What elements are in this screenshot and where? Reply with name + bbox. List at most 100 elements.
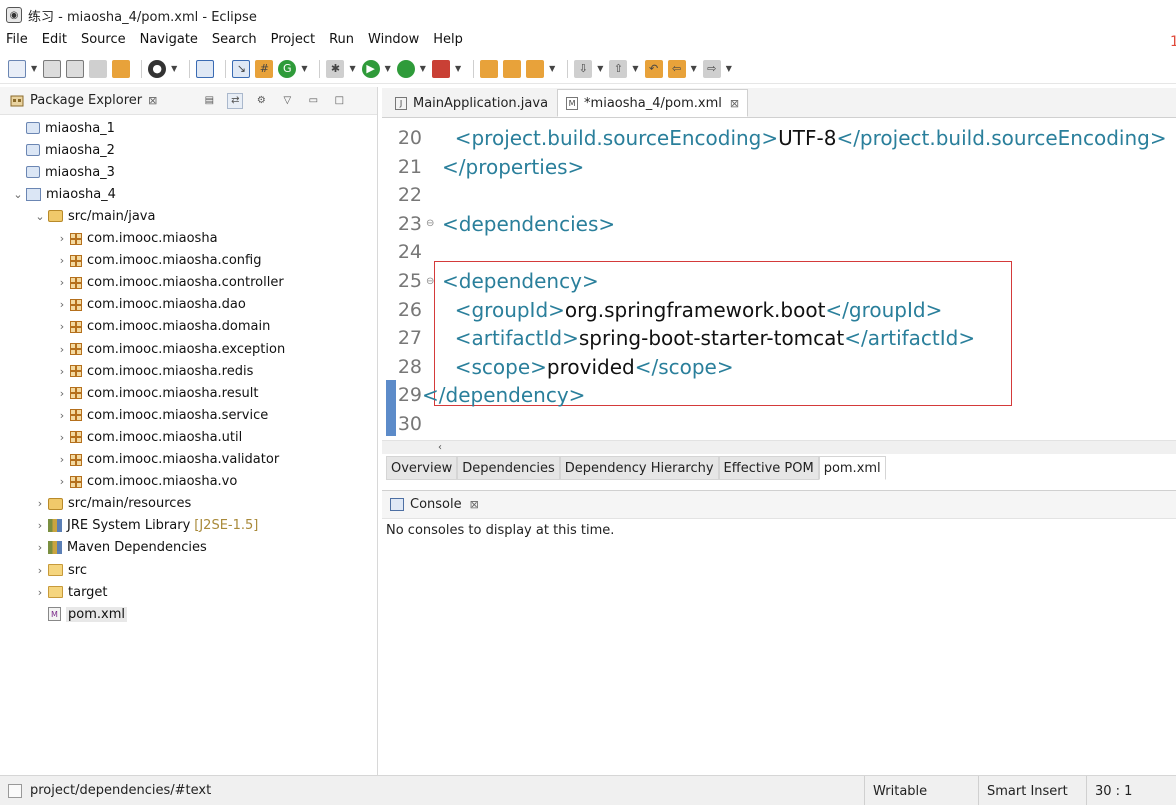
- next-annotation-icon[interactable]: ⇩: [574, 59, 593, 78]
- scroll-left-icon[interactable]: ‹: [438, 442, 442, 453]
- tree-item[interactable]: › com.imooc.miaosha.vo: [54, 471, 238, 493]
- tree-item[interactable]: › target: [32, 581, 108, 603]
- tab-dependencies[interactable]: Dependencies: [457, 456, 560, 480]
- tree-item[interactable]: Mpom.xml: [32, 603, 127, 625]
- new-icon[interactable]: [8, 59, 26, 78]
- forward-icon[interactable]: ⇨: [702, 59, 721, 78]
- tab-dependency-hierarchy[interactable]: Dependency Hierarchy: [559, 456, 719, 480]
- run-icon[interactable]: ▶: [361, 59, 380, 78]
- save-all-icon[interactable]: [66, 59, 85, 78]
- back-icon[interactable]: ⇦: [667, 59, 686, 78]
- tree-item[interactable]: miaosha_1: [10, 117, 115, 139]
- tree-item[interactable]: › src: [32, 559, 87, 581]
- console-view-icon[interactable]: [196, 59, 215, 78]
- new-dropdown-icon[interactable]: ▼: [31, 64, 37, 73]
- tree-item[interactable]: › com.imooc.miaosha.config: [54, 250, 262, 272]
- next-annotation-dropdown-icon[interactable]: ▼: [597, 64, 603, 73]
- open-task-icon[interactable]: [112, 59, 131, 78]
- tree-item[interactable]: › com.imooc.miaosha: [54, 228, 218, 250]
- back-dropdown-icon[interactable]: ▼: [691, 64, 697, 73]
- run-dropdown-icon[interactable]: ▼: [385, 64, 391, 73]
- tree-item[interactable]: miaosha_3: [10, 161, 115, 183]
- coverage-dropdown-icon[interactable]: ▼: [420, 64, 426, 73]
- collapse-arrow-icon[interactable]: ›: [54, 431, 70, 444]
- menu-navigate[interactable]: Navigate: [140, 32, 198, 47]
- code-editor[interactable]: 20 <project.build.sourceEncoding>UTF-8</…: [382, 118, 1176, 440]
- tree-item[interactable]: › com.imooc.miaosha.util: [54, 426, 242, 448]
- external-tools-icon[interactable]: [431, 59, 450, 78]
- collapse-arrow-icon[interactable]: ›: [54, 254, 70, 267]
- menu-run[interactable]: Run: [329, 32, 354, 47]
- tab-main-application[interactable]: J MainApplication.java: [386, 89, 557, 117]
- menu-help[interactable]: Help: [433, 32, 463, 47]
- tab-pom-xml[interactable]: pom.xml: [818, 456, 886, 480]
- close-icon[interactable]: ⊠: [148, 94, 157, 107]
- expand-arrow-icon[interactable]: ⌄: [10, 188, 26, 201]
- close-icon[interactable]: ⊠: [470, 498, 479, 511]
- tree-item[interactable]: › com.imooc.miaosha.dao: [54, 294, 246, 316]
- tree-item[interactable]: › Maven Dependencies: [32, 537, 207, 559]
- tree-item[interactable]: ⌄ miaosha_4: [10, 183, 116, 205]
- tree-item[interactable]: › JRE System Library [J2SE-1.5]: [32, 515, 259, 537]
- print-icon[interactable]: [89, 59, 108, 78]
- tab-pom-xml[interactable]: M *miaosha_4/pom.xml ⊠: [557, 89, 749, 117]
- link-with-editor-icon[interactable]: ⇄: [227, 92, 244, 109]
- new-class-icon[interactable]: G: [278, 59, 297, 78]
- tree-item[interactable]: › com.imooc.miaosha.domain: [54, 316, 271, 338]
- close-icon[interactable]: ⊠: [730, 97, 739, 110]
- tree-item[interactable]: ⌄ src/main/java: [32, 205, 155, 227]
- search-icon[interactable]: [526, 59, 545, 78]
- collapse-arrow-icon[interactable]: ›: [32, 586, 48, 599]
- collapse-arrow-icon[interactable]: ›: [32, 519, 48, 532]
- collapse-arrow-icon[interactable]: ›: [54, 343, 70, 356]
- tree-item[interactable]: › com.imooc.miaosha.redis: [54, 360, 254, 382]
- debug-dropdown-icon[interactable]: ▼: [349, 64, 355, 73]
- collapse-arrow-icon[interactable]: ›: [54, 298, 70, 311]
- tree-item[interactable]: › src/main/resources: [32, 493, 191, 515]
- collapse-arrow-icon[interactable]: ›: [32, 541, 48, 554]
- collapse-arrow-icon[interactable]: ›: [54, 365, 70, 378]
- debug-icon[interactable]: ✱: [326, 59, 345, 78]
- menu-file[interactable]: File: [6, 32, 28, 47]
- view-menu-icon[interactable]: ▽: [279, 93, 295, 109]
- profile-dropdown-icon[interactable]: ▼: [171, 64, 177, 73]
- tab-overview[interactable]: Overview: [386, 456, 458, 480]
- previous-annotation-icon[interactable]: ⇧: [609, 59, 628, 78]
- collapse-arrow-icon[interactable]: ›: [54, 387, 70, 400]
- profile-icon[interactable]: ●: [148, 59, 167, 78]
- maximize-icon[interactable]: □: [331, 93, 347, 109]
- collapse-arrow-icon[interactable]: ›: [54, 320, 70, 333]
- tree-item[interactable]: miaosha_2: [10, 139, 115, 161]
- forward-dropdown-icon[interactable]: ▼: [726, 64, 732, 73]
- open-type-icon[interactable]: [480, 59, 499, 78]
- menu-window[interactable]: Window: [368, 32, 419, 47]
- open-resource-icon[interactable]: [503, 59, 522, 78]
- menu-source[interactable]: Source: [81, 32, 126, 47]
- menu-project[interactable]: Project: [271, 32, 315, 47]
- tree-item[interactable]: › com.imooc.miaosha.result: [54, 382, 259, 404]
- tree-item[interactable]: › com.imooc.miaosha.service: [54, 404, 268, 426]
- minimize-icon[interactable]: ▭: [305, 93, 321, 109]
- collapse-arrow-icon[interactable]: ›: [54, 232, 70, 245]
- expand-arrow-icon[interactable]: ⌄: [32, 210, 48, 223]
- tree-item[interactable]: › com.imooc.miaosha.validator: [54, 449, 279, 471]
- collapse-arrow-icon[interactable]: ›: [54, 453, 70, 466]
- tab-effective-pom[interactable]: Effective POM: [718, 456, 819, 480]
- collapse-arrow-icon[interactable]: ›: [54, 475, 70, 488]
- last-edit-icon[interactable]: ↶: [644, 59, 663, 78]
- fold-toggle-icon[interactable]: ⊖: [426, 218, 436, 229]
- collapse-all-icon[interactable]: ▤: [201, 93, 217, 109]
- new-class-dropdown-icon[interactable]: ▼: [301, 64, 307, 73]
- filter-icon[interactable]: ⚙: [253, 93, 269, 109]
- skip-breakpoints-icon[interactable]: ↘: [232, 59, 251, 78]
- collapse-arrow-icon[interactable]: ›: [54, 409, 70, 422]
- collapse-arrow-icon[interactable]: ›: [32, 497, 48, 510]
- menu-edit[interactable]: Edit: [42, 32, 67, 47]
- collapse-arrow-icon[interactable]: ›: [32, 564, 48, 577]
- external-tools-dropdown-icon[interactable]: ▼: [455, 64, 461, 73]
- coverage-icon[interactable]: [396, 59, 415, 78]
- search-dropdown-icon[interactable]: ▼: [549, 64, 555, 73]
- new-java-package-icon[interactable]: #: [255, 59, 274, 78]
- tree-item[interactable]: › com.imooc.miaosha.controller: [54, 272, 284, 294]
- collapse-arrow-icon[interactable]: ›: [54, 276, 70, 289]
